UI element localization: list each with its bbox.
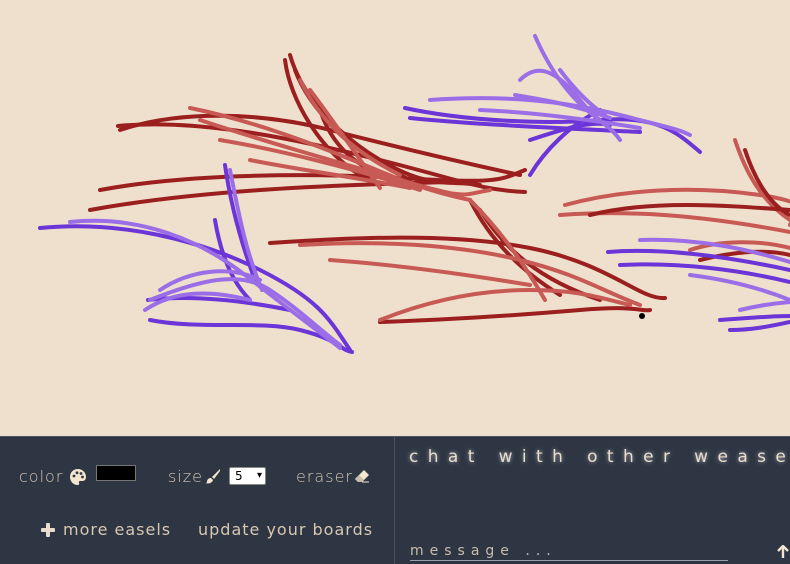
stroke-purple-upper (403, 106, 702, 177)
more-easels-label: more easels (63, 520, 172, 539)
toolbar: color size 5 ▾ eraser more easels update… (0, 436, 394, 564)
size-label: size (168, 467, 204, 486)
more-easels-button[interactable]: more easels (41, 520, 171, 539)
brush-cursor (639, 313, 645, 319)
message-input[interactable] (410, 541, 728, 561)
chat-panel: chat with other weasels (394, 436, 790, 564)
palette-icon[interactable] (69, 468, 87, 486)
brush-icon (205, 469, 220, 484)
canvas-drawing[interactable] (0, 0, 790, 436)
chevron-down-icon: ▾ (256, 470, 262, 481)
stroke-coral-right (558, 138, 790, 252)
size-select[interactable]: 5 ▾ (229, 467, 266, 485)
chat-log (409, 477, 779, 537)
stroke-dark-red-upper (88, 53, 527, 212)
stroke-coral-middle (298, 198, 642, 322)
color-label: color (19, 467, 64, 486)
eraser-icon[interactable] (354, 469, 370, 483)
stroke-lavender-lower (68, 168, 342, 350)
update-boards-link[interactable]: update your boards (198, 520, 373, 539)
arrow-up-icon[interactable] (776, 545, 790, 559)
plus-icon (41, 522, 55, 537)
drawing-canvas[interactable] (0, 0, 790, 436)
stroke-purple-lower (38, 163, 354, 354)
color-picker[interactable] (96, 465, 136, 481)
chat-title: chat with other weasels (409, 447, 790, 467)
size-value: 5 (235, 469, 243, 483)
eraser-label[interactable]: eraser (296, 467, 353, 486)
